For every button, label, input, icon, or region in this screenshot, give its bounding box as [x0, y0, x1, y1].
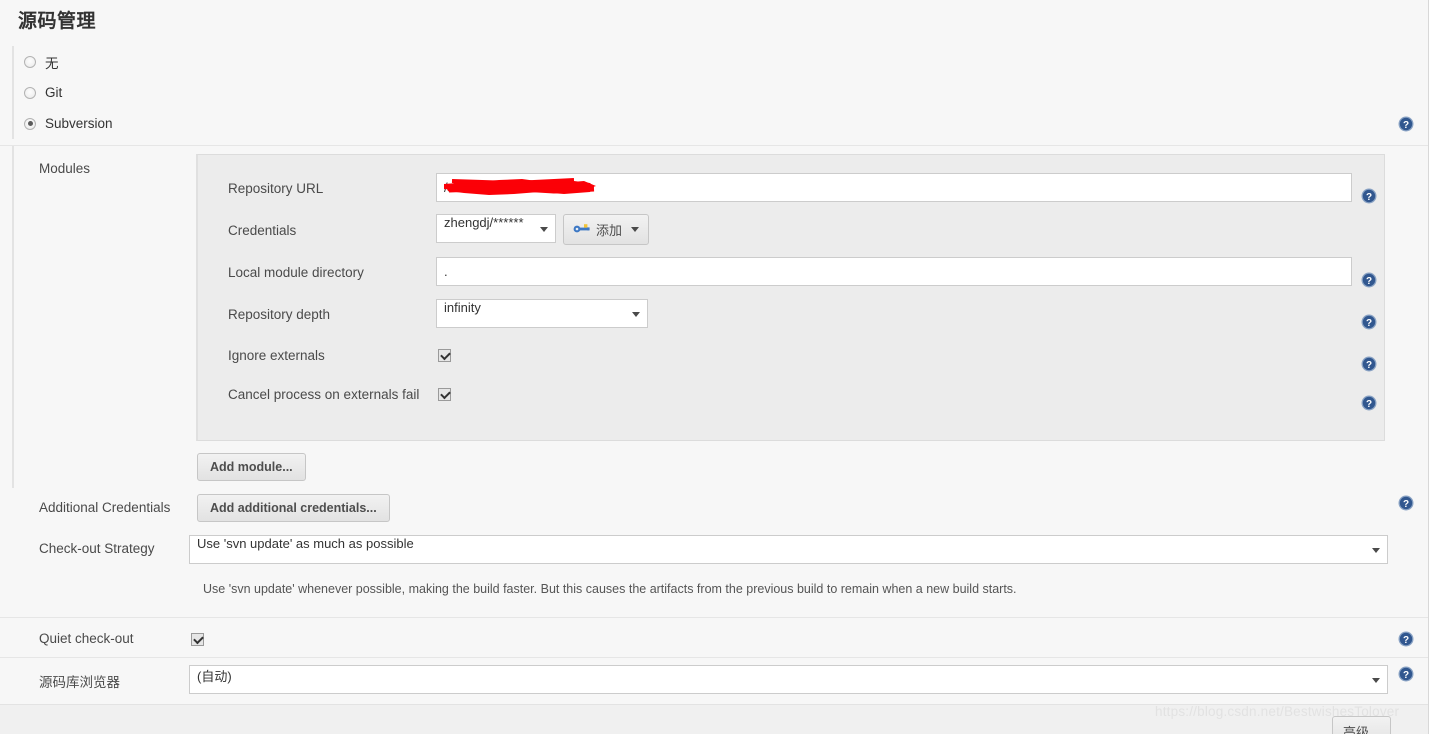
- repository-browser-label: 源码库浏览器: [39, 675, 120, 690]
- checkout-strategy-description: Use 'svn update' whenever possible, maki…: [203, 582, 1017, 596]
- svg-text:?: ?: [1366, 192, 1372, 203]
- svg-text:?: ?: [1403, 120, 1409, 131]
- section-divider-top: [0, 145, 1428, 146]
- repository-depth-select-wrap: infinity: [436, 299, 648, 328]
- scm-option-git[interactable]: Git: [24, 77, 1422, 108]
- repository-url-input[interactable]: [436, 173, 1352, 202]
- section-divider-browser: [0, 657, 1428, 658]
- section-divider-quiet: [0, 617, 1428, 618]
- help-icon-ignore-externals[interactable]: ?: [1361, 356, 1377, 372]
- scm-option-none[interactable]: 无: [24, 46, 1422, 77]
- help-icon-quiet-checkout[interactable]: ?: [1398, 631, 1414, 647]
- credentials-select-wrap: zhengdj/******: [436, 214, 556, 243]
- bottom-bar: [0, 704, 1428, 734]
- radio-subversion-mark[interactable]: [24, 117, 36, 130]
- radio-git-mark[interactable]: [24, 86, 36, 99]
- checkout-strategy-label: Check-out Strategy: [39, 541, 155, 556]
- local-module-directory-label: Local module directory: [228, 265, 364, 280]
- svg-text:?: ?: [1403, 635, 1409, 646]
- local-module-directory-input[interactable]: [436, 257, 1352, 286]
- radio-none-mark[interactable]: [24, 55, 36, 68]
- cancel-process-on-externals-fail-label: Cancel process on externals fail: [228, 387, 420, 402]
- right-white-margin: [1430, 0, 1445, 734]
- modules-label: Modules: [39, 161, 91, 176]
- credentials-select[interactable]: zhengdj/******: [436, 214, 556, 243]
- credentials-label: Credentials: [228, 223, 297, 238]
- add-credentials-button[interactable]: 添加: [563, 214, 650, 245]
- ignore-externals-label: Ignore externals: [228, 348, 325, 363]
- help-icon-additional-credentials[interactable]: ?: [1398, 495, 1414, 511]
- checkout-strategy-select[interactable]: Use 'svn update' as much as possible: [189, 535, 1388, 564]
- quiet-checkout-checkbox[interactable]: [191, 633, 204, 646]
- quiet-checkout-label: Quiet check-out: [39, 631, 134, 646]
- repository-browser-select[interactable]: (自动): [189, 665, 1388, 694]
- key-icon: [573, 222, 590, 237]
- svg-text:?: ?: [1366, 318, 1372, 329]
- repository-url-field-wrap: [436, 173, 1352, 202]
- scm-type-radio-group: 无 Git Subversion: [12, 46, 1422, 139]
- advanced-button[interactable]: 高级...: [1332, 716, 1391, 734]
- repository-url-label: Repository URL: [228, 181, 324, 196]
- cancel-process-on-externals-fail-checkbox[interactable]: [438, 388, 451, 401]
- add-credentials-label: 添加: [596, 223, 623, 238]
- repository-depth-label: Repository depth: [228, 307, 331, 322]
- help-icon-cancel-process[interactable]: ?: [1361, 395, 1377, 411]
- help-icon-local-module-directory[interactable]: ?: [1361, 272, 1377, 288]
- ignore-externals-checkbox[interactable]: [438, 349, 451, 362]
- help-icon-repository-depth[interactable]: ?: [1361, 314, 1377, 330]
- svg-text:?: ?: [1366, 399, 1372, 410]
- svg-text:?: ?: [1366, 276, 1372, 287]
- scm-option-git-label: Git: [45, 85, 63, 100]
- svg-text:?: ?: [1366, 360, 1372, 371]
- chevron-down-icon-add-credentials: [631, 227, 640, 232]
- add-module-button[interactable]: Add module...: [197, 453, 306, 481]
- help-icon-repository-url[interactable]: ?: [1361, 188, 1377, 204]
- svg-text:?: ?: [1403, 670, 1409, 681]
- help-icon-subversion[interactable]: ?: [1398, 116, 1414, 132]
- help-icon-repository-browser[interactable]: ?: [1398, 666, 1414, 682]
- scm-option-none-label: 无: [45, 55, 59, 71]
- svn-section-rail: [12, 146, 14, 488]
- scm-option-subversion[interactable]: Subversion: [24, 108, 1422, 139]
- add-additional-credentials-button[interactable]: Add additional credentials...: [197, 494, 390, 522]
- repository-depth-select[interactable]: infinity: [436, 299, 648, 328]
- svg-text:?: ?: [1403, 499, 1409, 510]
- modules-panel: Repository URL ? Credentials zhengdj/***…: [196, 154, 1385, 441]
- checkout-strategy-select-wrap: Use 'svn update' as much as possible: [189, 535, 1388, 564]
- repository-browser-select-wrap: (自动): [189, 665, 1388, 694]
- scm-config-page: 源码管理 无 Git Subversion ? Modules Reposito…: [0, 0, 1429, 734]
- scm-option-subversion-label: Subversion: [45, 116, 113, 131]
- page-title: 源码管理: [18, 11, 97, 32]
- additional-credentials-label: Additional Credentials: [39, 500, 171, 515]
